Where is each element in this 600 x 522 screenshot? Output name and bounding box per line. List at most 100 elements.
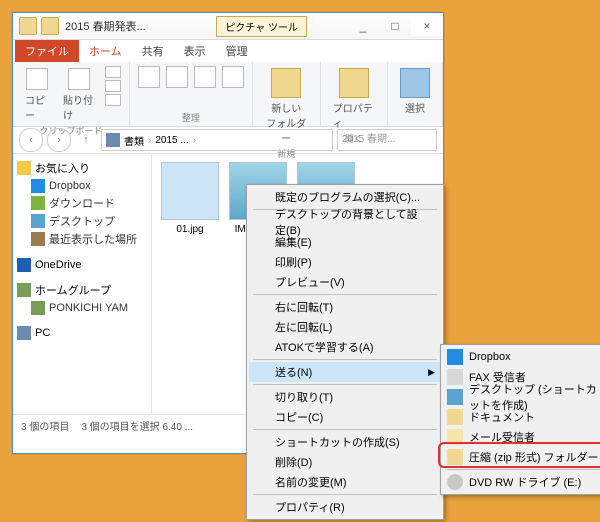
move-icon[interactable] xyxy=(138,66,160,88)
maximize-button[interactable]: □ xyxy=(379,16,411,36)
delete-icon[interactable] xyxy=(194,66,216,88)
star-icon xyxy=(17,161,31,175)
copy-button[interactable]: コピー xyxy=(21,66,53,124)
paste-button[interactable]: 貼り付け xyxy=(59,66,99,124)
zip-icon xyxy=(447,449,463,465)
pc-icon xyxy=(106,133,120,147)
tab-file[interactable]: ファイル xyxy=(15,40,79,62)
address-bar: ‹ › ↑ 書類› 2015 ...› 2015 春期... xyxy=(13,127,443,154)
crumb[interactable]: 2015 ... xyxy=(155,135,188,146)
fax-icon xyxy=(447,369,463,385)
context-menu: 既定のプログラムの選択(C)... デスクトップの背景として設定(B) 編集(E… xyxy=(246,184,444,520)
ribbon: コピー 貼り付け クリップボード 整理 新しい フォルダー 新規 プロパティ 開… xyxy=(13,62,443,127)
separator xyxy=(253,384,437,385)
minimize-button[interactable]: _ xyxy=(347,16,379,36)
app-icon xyxy=(41,17,59,35)
menu-properties[interactable]: プロパティ(R) xyxy=(249,497,441,517)
desktop-icon xyxy=(447,389,463,405)
group-organize: 整理 xyxy=(138,111,244,124)
menu-atok[interactable]: ATOKで学習する(A) xyxy=(249,337,441,357)
sendto-documents[interactable]: ドキュメント xyxy=(443,407,600,427)
onedrive-icon xyxy=(17,258,31,272)
separator xyxy=(447,469,600,470)
close-button[interactable]: × xyxy=(411,16,443,36)
path-icon[interactable] xyxy=(105,80,121,92)
file-item[interactable]: 01.jpg xyxy=(160,162,220,235)
menu-preview[interactable]: プレビュー(V) xyxy=(249,272,441,292)
status-count: 3 個の項目 xyxy=(21,418,69,433)
cut-icon[interactable] xyxy=(105,66,121,78)
sidebar-onedrive[interactable]: OneDrive xyxy=(17,258,147,272)
menu-rename[interactable]: 名前の変更(M) xyxy=(249,472,441,492)
new-folder-icon xyxy=(271,68,301,98)
tab-manage[interactable]: 管理 xyxy=(216,40,258,62)
mail-icon xyxy=(447,429,463,445)
menu-create-shortcut[interactable]: ショートカットの作成(S) xyxy=(249,432,441,452)
disc-icon xyxy=(447,474,463,490)
menu-set-background[interactable]: デスクトップの背景として設定(B) xyxy=(249,212,441,232)
titlebar: 2015 春期発表... ピクチャ ツール _ □ × xyxy=(13,13,443,40)
thumbnail xyxy=(161,162,219,220)
up-button[interactable]: ↑ xyxy=(75,129,97,151)
sidebar: お気に入り Dropbox ダウンロード デスクトップ 最近表示した場所 One… xyxy=(13,154,152,414)
sendto-zip[interactable]: 圧縮 (zip 形式) フォルダー xyxy=(443,447,600,467)
chevron-right-icon: ▶ xyxy=(428,367,435,378)
sidebar-homegroup[interactable]: ホームグループ xyxy=(17,282,147,298)
sendto-dropbox[interactable]: Dropbox xyxy=(443,347,600,367)
ribbon-tabs: ファイル ホーム 共有 表示 管理 xyxy=(13,40,443,62)
menu-copy[interactable]: コピー(C) xyxy=(249,407,441,427)
forward-button[interactable]: › xyxy=(47,128,71,152)
breadcrumb[interactable]: 書類› 2015 ...› xyxy=(101,129,333,151)
sendto-dvd[interactable]: DVD RW ドライブ (E:) xyxy=(443,472,600,492)
menu-cut[interactable]: 切り取り(T) xyxy=(249,387,441,407)
rename-icon[interactable] xyxy=(222,66,244,88)
user-icon xyxy=(31,301,45,315)
separator xyxy=(253,429,437,430)
sidebar-item-desktop[interactable]: デスクトップ xyxy=(17,212,147,230)
folder-icon xyxy=(447,409,463,425)
download-icon xyxy=(31,196,45,210)
menu-send-to[interactable]: 送る(N)▶ xyxy=(249,362,441,382)
sidebar-item-downloads[interactable]: ダウンロード xyxy=(17,194,147,212)
crumb[interactable]: 書類 xyxy=(124,133,144,148)
submenu-send-to: Dropbox FAX 受信者 デスクトップ (ショートカットを作成) ドキュメ… xyxy=(440,344,600,495)
sidebar-pc[interactable]: PC xyxy=(17,326,147,340)
paste-icon xyxy=(68,68,90,90)
separator xyxy=(253,494,437,495)
search-input[interactable]: 2015 春期... xyxy=(337,129,437,151)
pc-icon xyxy=(17,326,31,340)
contextual-tab[interactable]: ピクチャ ツール xyxy=(216,16,307,37)
desktop-icon xyxy=(31,214,45,228)
select-icon xyxy=(400,68,430,98)
sidebar-item-dropbox[interactable]: Dropbox xyxy=(17,178,147,194)
menu-rotate-right[interactable]: 右に回転(T) xyxy=(249,297,441,317)
menu-print[interactable]: 印刷(P) xyxy=(249,252,441,272)
dropbox-icon xyxy=(31,179,45,193)
status-selection: 3 個の項目を選択 6.40 ... xyxy=(81,418,193,433)
sendto-mail[interactable]: メール受信者 xyxy=(443,427,600,447)
menu-open-with[interactable]: 既定のプログラムの選択(C)... xyxy=(249,187,441,207)
shortcut-icon[interactable] xyxy=(105,94,121,106)
properties-button[interactable]: プロパティ xyxy=(329,66,379,132)
tab-share[interactable]: 共有 xyxy=(132,40,174,62)
sidebar-favorites[interactable]: お気に入り xyxy=(17,160,147,176)
menu-edit[interactable]: 編集(E) xyxy=(249,232,441,252)
select-button[interactable]: 選択 xyxy=(396,66,434,117)
dropbox-icon xyxy=(447,349,463,365)
homegroup-icon xyxy=(17,283,31,297)
copy-to-icon[interactable] xyxy=(166,66,188,88)
tab-view[interactable]: 表示 xyxy=(174,40,216,62)
properties-icon xyxy=(339,68,369,98)
tab-home[interactable]: ホーム xyxy=(79,40,132,62)
folder-icon xyxy=(19,17,37,35)
menu-delete[interactable]: 削除(D) xyxy=(249,452,441,472)
copy-icon xyxy=(26,68,48,90)
menu-rotate-left[interactable]: 左に回転(L) xyxy=(249,317,441,337)
separator xyxy=(253,294,437,295)
sendto-desktop[interactable]: デスクトップ (ショートカットを作成) xyxy=(443,387,600,407)
recent-icon xyxy=(31,232,45,246)
sidebar-item-user[interactable]: PONKICHI YAM xyxy=(17,300,147,316)
back-button[interactable]: ‹ xyxy=(19,128,43,152)
separator xyxy=(253,359,437,360)
sidebar-item-recent[interactable]: 最近表示した場所 xyxy=(17,230,147,248)
